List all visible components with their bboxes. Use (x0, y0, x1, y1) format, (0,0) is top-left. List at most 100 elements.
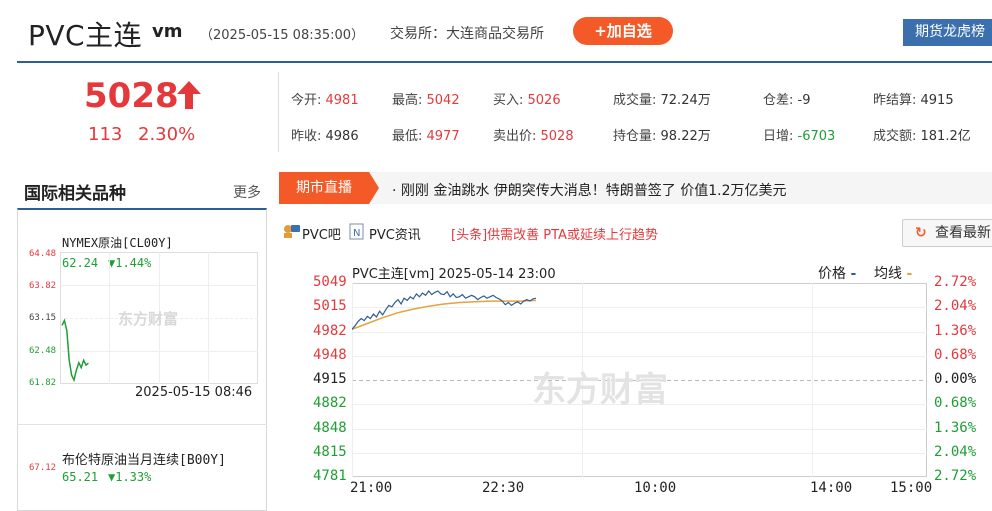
quote-field-value: 4977 (426, 129, 460, 144)
y-tick-label: 5015 (313, 298, 347, 315)
news-icon: N (349, 223, 365, 244)
quote-field-label: 昨收: (291, 129, 326, 144)
quote-timestamp: （2025-05-15 08:35:00） (200, 28, 365, 43)
legend-price-label: 价格 (818, 266, 846, 282)
quote-field-value: 4981 (325, 93, 359, 108)
mini-y-tick: 63.82 (29, 281, 57, 291)
price-change: 113 (88, 124, 123, 145)
chart-watermark: 东方财富 (532, 370, 668, 410)
legend-price: 价格 - (818, 263, 856, 283)
quote-field-value: 181.2亿 (920, 129, 971, 144)
price-change-percent: 2.30% (138, 124, 196, 145)
y-tick-label: 4882 (313, 395, 347, 412)
mini-y-tick: 63.15 (29, 313, 57, 323)
legend-avg: 均线 - (874, 263, 912, 283)
intl-section-heading: 国际相关品种 (24, 184, 126, 204)
quote-field: 今开: 4981 (291, 89, 359, 108)
legend-price-swatch: - (850, 266, 857, 282)
x-tick-label: 21:00 (350, 480, 393, 496)
quote-field-value: -6703 (797, 129, 836, 144)
quote-field: 昨收: 4986 (291, 125, 359, 144)
divider (17, 424, 267, 425)
quote-field: 最高: 5042 (392, 89, 460, 108)
chart-title: PVC主连[vm] 2025-05-14 23:00 (352, 267, 556, 282)
legend-avg-swatch: - (906, 266, 913, 282)
forum-link[interactable]: PVC吧 (302, 224, 341, 243)
quote-field-label: 最高: (392, 93, 427, 108)
headline-link[interactable]: [头条]供需改善 PTA或延续上行趋势 (451, 224, 658, 243)
live-tag[interactable]: 期市直播 (279, 172, 369, 204)
refresh-icon: ↻ (915, 225, 927, 241)
view-latest-button[interactable]: ↻ 查看最新 (902, 219, 992, 247)
quote-field: 持仓量: 98.22万 (613, 125, 711, 144)
avg-line (352, 299, 537, 331)
add-to-watchlist-button[interactable]: +加自选 (573, 17, 673, 45)
live-news-text[interactable]: · 刚刚 金油跳水 伊朗突传大消息！特朗普签了 价值1.2万亿美元 (392, 180, 787, 200)
mini-y-tick: 61.82 (29, 378, 57, 388)
mini-y-tick: 67.12 (29, 463, 57, 473)
quote-field-value: 72.24万 (660, 93, 711, 108)
quote-field-label: 卖出价: (493, 129, 541, 144)
mini-y-tick: 64.48 (29, 249, 57, 259)
view-latest-label: 查看最新 (935, 225, 991, 241)
intl-item-name[interactable]: 布伦特原油当月连续[B00Y] (62, 449, 226, 468)
quote-field-label: 买入: (493, 93, 528, 108)
y-tick-label-pct: 1.36% (934, 322, 977, 339)
y-tick-label: 4948 (313, 346, 347, 363)
x-tick-label: 22:30 (482, 480, 525, 496)
y-tick-label: 4982 (313, 322, 347, 339)
arrow-up-icon (176, 80, 202, 114)
y-tick-label-pct: 0.68% (934, 346, 977, 363)
quote-field-value: 4915 (920, 93, 954, 108)
futures-rank-button[interactable]: 期货龙虎榜 (903, 19, 992, 46)
quote-field-value: 4986 (325, 129, 359, 144)
quote-field-label: 仓差: (763, 93, 798, 108)
y-tick-label-pct: 2.04% (934, 298, 977, 315)
y-tick-label: 5049 (313, 274, 347, 290)
last-price: 5028 (84, 76, 179, 116)
quote-field-value: 98.22万 (660, 129, 711, 144)
mini-chart-time: 2025-05-15 08:46 (135, 385, 253, 400)
x-tick-label: 15:00 (890, 480, 933, 496)
quote-field: 昨结算: 4915 (873, 89, 954, 108)
more-link[interactable]: 更多 (233, 182, 261, 202)
quote-field-label: 成交额: (873, 129, 921, 144)
quote-field-label: 日增: (763, 129, 798, 144)
quote-field-value: -9 (797, 93, 811, 108)
y-tick-label: 4915 (313, 371, 347, 387)
x-tick-label: 14:00 (810, 480, 853, 496)
divider (278, 72, 279, 152)
quote-field: 成交额: 181.2亿 (873, 125, 971, 144)
y-tick-label: 4848 (313, 419, 347, 436)
y-tick-label-pct: 0.00% (934, 371, 977, 387)
quote-field-label: 昨结算: (873, 93, 921, 108)
y-tick-label-pct: 2.72% (934, 274, 977, 290)
exchange-name: 交易所：大连商品交易所 (390, 26, 544, 42)
y-tick-label-pct: 0.68% (934, 395, 977, 412)
contract-code: vm (152, 21, 183, 42)
price-line (352, 290, 537, 330)
y-tick-label: 4781 (313, 468, 347, 484)
quote-field-label: 持仓量: (613, 129, 661, 144)
mini-chart-line (61, 318, 89, 383)
quote-field-value: 5042 (426, 93, 460, 108)
quote-field-label: 今开: (291, 93, 326, 108)
intl-item-value: 65.21 (62, 470, 99, 484)
quote-field-label: 最低: (392, 129, 427, 144)
news-link[interactable]: PVC资讯 (369, 224, 421, 243)
y-tick-label: 4815 (313, 443, 347, 460)
legend-avg-label: 均线 (874, 266, 902, 282)
quote-field-label: 成交量: (613, 93, 661, 108)
intl-item-change: ▼1.33% (108, 470, 152, 484)
quote-field: 日增: -6703 (763, 125, 835, 144)
mini-y-tick: 62.48 (29, 346, 57, 356)
quote-field: 成交量: 72.24万 (613, 89, 711, 108)
intraday-chart[interactable]: 东方财富 (352, 283, 927, 477)
mini-chart-watermark: 东方财富 (118, 310, 178, 328)
live-tag-arrow (369, 172, 379, 204)
quote-field: 买入: 5026 (493, 89, 561, 108)
svg-text:N: N (353, 228, 360, 239)
intl-item-name[interactable]: NYMEX原油[CL00Y] (62, 234, 173, 251)
mini-chart: 东方财富 (60, 252, 258, 384)
quote-field-value: 5026 (527, 93, 561, 108)
